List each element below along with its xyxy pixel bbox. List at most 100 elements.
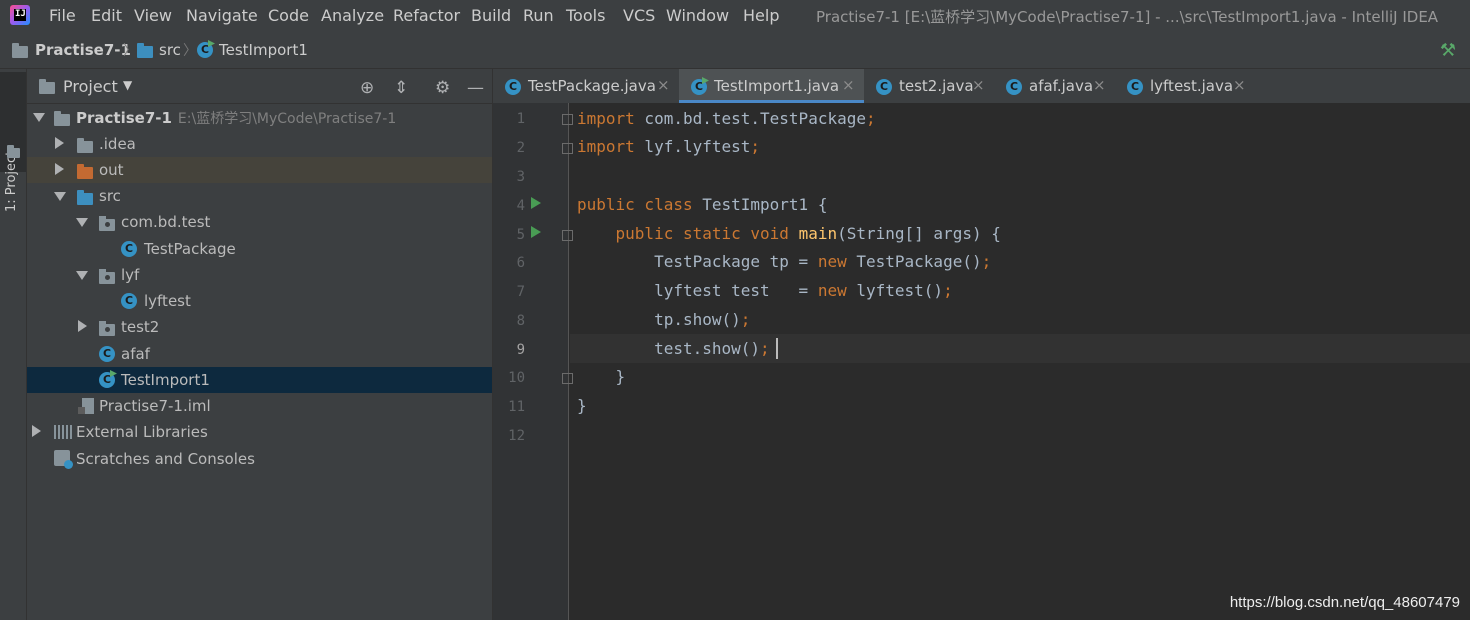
menu-view[interactable]: View [134,6,172,25]
tree-item-project-root[interactable]: Practise7-1 E:\蓝桥学习\MyCode\Practise7-1 [27,104,492,130]
menu-edit[interactable]: Edit [91,6,122,25]
tab-label: afaf.java [1029,77,1094,95]
tree-item-testimport1[interactable]: C TestImport1 [27,367,492,393]
source-folder-icon [137,43,153,58]
tab-label: lyftest.java [1150,77,1234,95]
tree-item-lyftest[interactable]: C lyftest [27,288,492,314]
tree-item-label: afaf [121,345,150,363]
hammer-icon[interactable]: ⚒ [1440,40,1456,61]
excluded-folder-icon [77,164,93,179]
code-line-8: tp.show(); [577,310,751,329]
package-icon [99,321,115,336]
code-line-5: public static void main(String[] args) { [615,224,1001,243]
text-caret [776,338,778,359]
tree-item-src[interactable]: src [27,183,492,209]
window-title: Practise7-1 [E:\蓝桥学习\MyCode\Practise7-1]… [816,8,1439,26]
line-number: 3 [516,169,525,185]
tab-test2-java[interactable]: C test2.java × [864,69,994,103]
menu-run[interactable]: Run [523,6,554,25]
code-line-1: import com.bd.test.TestPackage; [577,109,876,128]
scratches-icon [54,450,73,469]
breadcrumb-project[interactable]: Practise7-1 [35,41,131,59]
tree-item-testpackage[interactable]: C TestPackage [27,236,492,262]
tree-item-package-com-bd-test[interactable]: com.bd.test [27,209,492,235]
code-line-7: lyftest test = new lyftest(); [577,281,953,300]
close-icon[interactable]: × [1233,76,1246,94]
line-number: 11 [508,399,525,415]
chevron-down-icon[interactable]: ▼ [123,78,132,92]
tree-item-label: lyftest [144,292,191,310]
expanded-arrow-icon[interactable] [54,192,66,201]
code-line-9: test.show(); [577,339,770,358]
runnable-class-icon: C [99,372,115,388]
collapsed-arrow-icon[interactable] [55,137,64,149]
class-icon: C [505,79,521,95]
project-view-icon [39,79,55,94]
menu-file[interactable]: File [49,6,76,25]
class-icon: C [1127,79,1143,95]
tree-item-external-libraries[interactable]: External Libraries [27,419,492,445]
expanded-arrow-icon[interactable] [76,271,88,280]
watermark-text: https://blog.csdn.net/qq_48607479 [1229,594,1460,611]
run-icon[interactable] [531,197,541,209]
tab-lyftest-java[interactable]: C lyftest.java × [1115,69,1255,103]
menu-help[interactable]: Help [743,6,779,25]
close-icon[interactable]: × [972,76,985,94]
line-number: 4 [516,198,525,214]
module-file-icon [78,398,94,414]
run-icon[interactable] [531,226,541,238]
close-icon[interactable]: × [657,76,670,94]
tab-label: TestPackage.java [528,77,656,95]
close-icon[interactable]: × [1093,76,1106,94]
tree-item-label: Scratches and Consoles [76,450,255,468]
tree-item-label: out [99,161,124,179]
line-number: 12 [508,428,525,444]
tree-item-scratches[interactable]: Scratches and Consoles [27,446,492,472]
project-view-title[interactable]: Project [63,77,118,96]
code-line-11: } [577,396,587,415]
code-line-6: TestPackage tp = new TestPackage(); [577,252,992,271]
minimize-icon[interactable]: — [467,78,484,98]
tab-label: test2.java [899,77,974,95]
tab-testimport1-java[interactable]: C TestImport1.java × [679,69,864,103]
breadcrumb-file[interactable]: TestImport1 [219,41,308,59]
fold-marker-icon[interactable] [562,114,573,125]
intellij-logo-icon: IJ [10,5,30,25]
gear-icon[interactable]: ⚙ [435,78,450,98]
tree-item-idea[interactable]: .idea [27,131,492,157]
menu-code[interactable]: Code [268,6,309,25]
expanded-arrow-icon[interactable] [33,113,45,122]
tree-item-afaf[interactable]: C afaf [27,341,492,367]
close-icon[interactable]: × [842,76,855,94]
library-icon [54,425,72,439]
breadcrumb-src[interactable]: src [159,41,181,59]
menu-vcs[interactable]: VCS [623,6,655,25]
collapsed-arrow-icon[interactable] [32,425,41,437]
tab-testpackage-java[interactable]: C TestPackage.java × [493,69,679,103]
tree-item-package-test2[interactable]: test2 [27,314,492,340]
fold-marker-icon[interactable] [562,230,573,241]
tree-item-package-lyf[interactable]: lyf [27,262,492,288]
tree-item-out[interactable]: out [27,157,492,183]
fold-marker-icon[interactable] [562,143,573,154]
menu-navigate[interactable]: Navigate [186,6,258,25]
menu-tools[interactable]: Tools [566,6,605,25]
menu-analyze[interactable]: Analyze [321,6,384,25]
collapsed-arrow-icon[interactable] [78,320,87,332]
menu-window[interactable]: Window [666,6,729,25]
tree-item-label: test2 [121,318,160,336]
project-tool-tab-label: 1: Project [4,150,19,212]
tab-afaf-java[interactable]: C afaf.java × [994,69,1115,103]
fold-marker-icon[interactable] [562,373,573,384]
tree-item-label: External Libraries [76,423,208,441]
crosshair-icon[interactable]: ⊕ [360,78,374,98]
collapsed-arrow-icon[interactable] [55,163,64,175]
expanded-arrow-icon[interactable] [76,218,88,227]
menu-refactor[interactable]: Refactor [393,6,460,25]
tree-item-iml[interactable]: Practise7-1.iml [27,393,492,419]
chevron-right-icon: 〉 [183,43,197,59]
project-tool-tab[interactable]: 1: Project [0,72,26,212]
menu-build[interactable]: Build [471,6,511,25]
tree-item-label: TestImport1 [121,371,210,389]
collapse-all-icon[interactable]: ⇕ [394,78,408,98]
